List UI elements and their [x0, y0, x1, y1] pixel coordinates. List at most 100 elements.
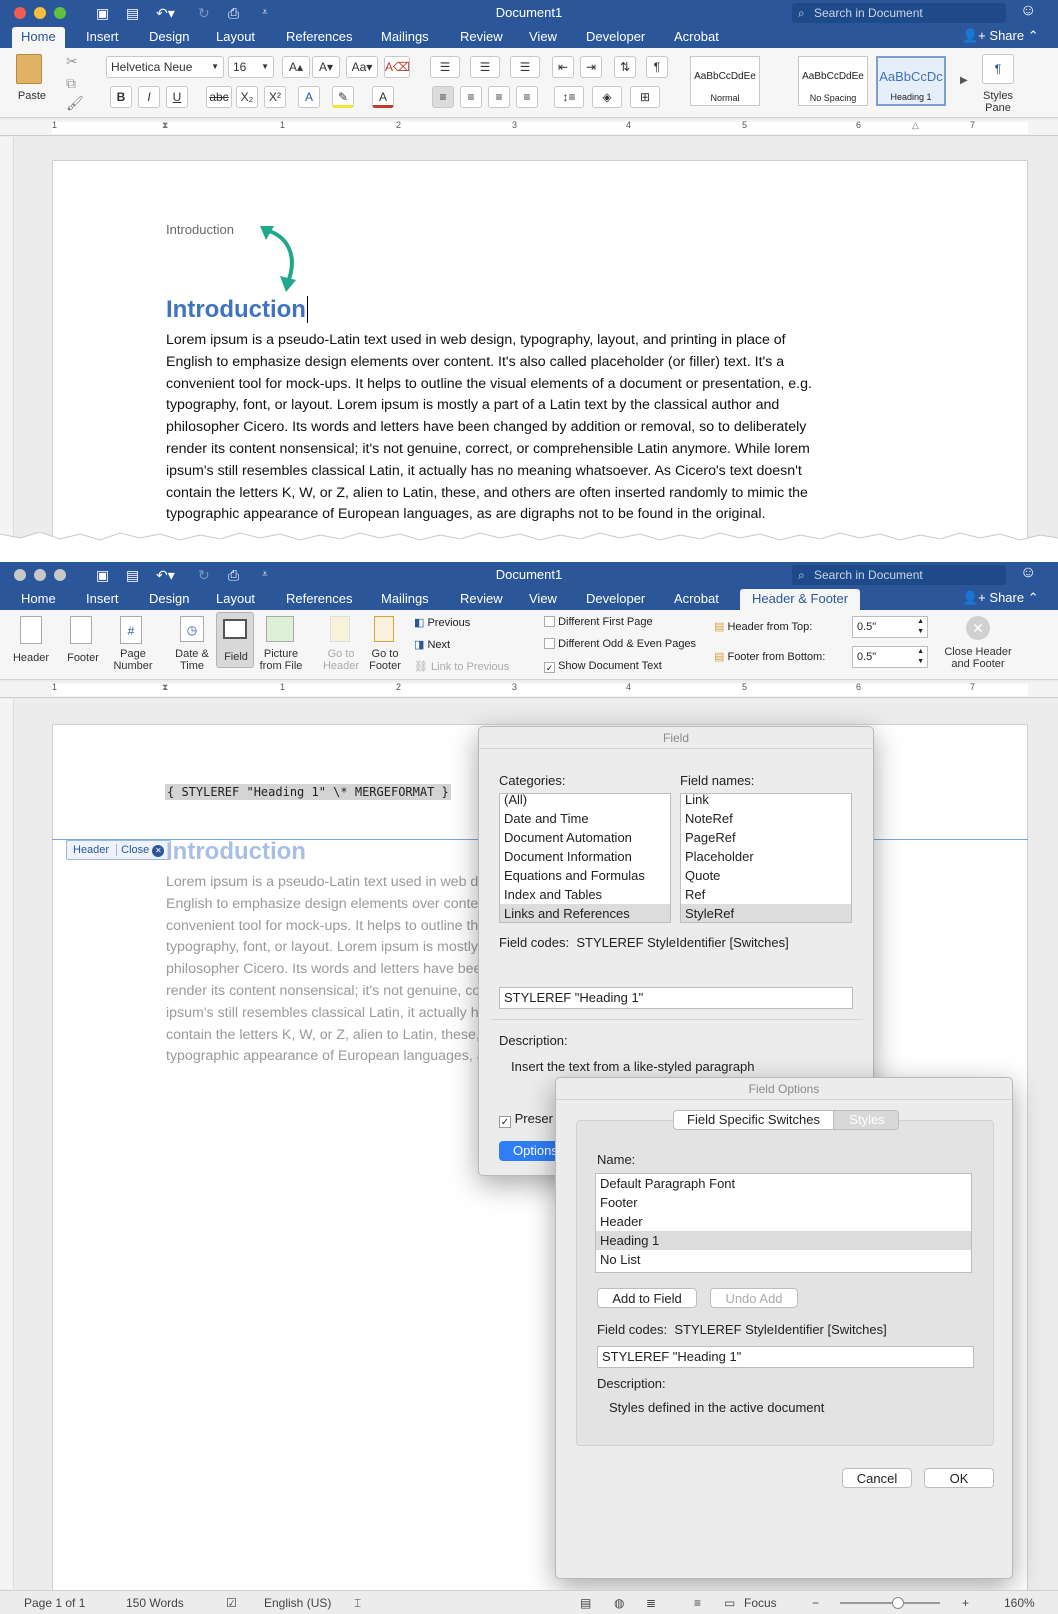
search-document-input[interactable]: ⌕ Search in Document	[792, 565, 1006, 585]
indent-marker-icon[interactable]: ⧗	[162, 682, 168, 693]
styles-pane-icon[interactable]: ¶	[982, 54, 1014, 84]
strikethrough-button[interactable]: abc	[206, 86, 232, 108]
share-button[interactable]: 👤+ Share ⌃	[962, 590, 1039, 606]
focus-icon[interactable]: ▭	[724, 1596, 735, 1610]
options-field-code-input[interactable]: STYLEREF "Heading 1"	[597, 1346, 974, 1368]
align-left-icon[interactable]: ≡	[432, 86, 454, 108]
show-document-text-checkbox[interactable]: ✓ Show Document Text	[544, 660, 662, 673]
list-item[interactable]: No List	[596, 1250, 971, 1269]
list-item[interactable]: PageRef	[681, 828, 851, 847]
decrease-indent-icon[interactable]: ⇤	[552, 56, 574, 78]
list-item[interactable]: Document Information	[500, 847, 670, 866]
zoom-in-icon[interactable]: +	[962, 1596, 969, 1610]
highlight-icon[interactable]: ✎	[332, 86, 354, 108]
field-button[interactable]: Field	[216, 612, 254, 668]
list-item[interactable]: Ref	[681, 885, 851, 904]
font-size-select[interactable]: 16 ▼	[228, 56, 274, 78]
cut-icon[interactable]: ✂	[66, 52, 78, 70]
list-item[interactable]: NoteRef	[681, 809, 851, 828]
show-formatting-icon[interactable]: ¶	[646, 56, 668, 78]
shrink-font-icon[interactable]: A▾	[312, 56, 340, 78]
bullets-icon[interactable]: ☰	[430, 56, 460, 78]
track-changes-icon[interactable]: ⌶	[354, 1596, 361, 1611]
increase-indent-icon[interactable]: ⇥	[580, 56, 602, 78]
header-close-link[interactable]: Close	[121, 844, 149, 856]
list-item[interactable]: Document Automation	[500, 828, 670, 847]
picture-icon[interactable]	[266, 616, 294, 642]
indent-marker-icon[interactable]: ⧗	[162, 120, 168, 131]
previous-button[interactable]: ◧ Previous	[414, 616, 470, 629]
list-item[interactable]: Index and Tables	[500, 885, 670, 904]
tab-acrobat[interactable]: Acrobat	[665, 589, 728, 610]
tab-references[interactable]: References	[277, 589, 361, 610]
list-item[interactable]: Default Paragraph Font	[596, 1174, 971, 1193]
tab-design[interactable]: Design	[140, 27, 198, 48]
field-code-input[interactable]: STYLEREF "Heading 1"	[499, 987, 853, 1009]
tab-review[interactable]: Review	[451, 589, 512, 610]
zoom-slider-thumb[interactable]	[892, 1597, 904, 1609]
list-item-selected[interactable]: Heading 1	[596, 1231, 971, 1250]
borders-icon[interactable]: ⊞	[630, 86, 660, 108]
page-count[interactable]: Page 1 of 1	[24, 1596, 85, 1610]
styleref-field-code[interactable]: { STYLEREF "Heading 1" \* MERGEFORMAT }	[165, 784, 451, 800]
print-layout-icon[interactable]: ▤	[580, 1596, 591, 1610]
collapse-ribbon-icon[interactable]: ⌃	[1028, 590, 1039, 605]
tab-layout[interactable]: Layout	[207, 589, 264, 610]
tab-styles[interactable]: Styles	[834, 1111, 898, 1129]
change-case-icon[interactable]: Aa▾	[346, 56, 378, 78]
page-number-button-label[interactable]: Page Number	[110, 648, 156, 672]
categories-list[interactable]: (All) Date and Time Document Automation …	[499, 793, 671, 923]
collapse-ribbon-icon[interactable]: ⌃	[1028, 28, 1039, 43]
copy-icon[interactable]: ⧉	[66, 74, 76, 92]
right-indent-marker-icon[interactable]: △	[912, 120, 919, 131]
list-item[interactable]: Link	[681, 794, 851, 809]
italic-button[interactable]: I	[138, 86, 160, 108]
zoom-level[interactable]: 160%	[1004, 1596, 1035, 1610]
horizontal-ruler[interactable]: 1 1 2 3 4 5 6 7 ⧗	[0, 682, 1058, 698]
field-names-list[interactable]: Link NoteRef PageRef Placeholder Quote R…	[680, 793, 852, 923]
vertical-ruler[interactable]	[0, 699, 14, 1589]
goto-footer-icon[interactable]	[374, 616, 394, 642]
align-right-icon[interactable]: ≡	[488, 86, 510, 108]
close-header-footer-icon[interactable]: ✕	[966, 616, 990, 640]
document-heading[interactable]: Introduction	[166, 296, 308, 324]
list-item[interactable]: Footer	[596, 1193, 971, 1212]
zoom-out-icon[interactable]: −	[812, 1596, 819, 1610]
list-item[interactable]: Placeholder	[681, 847, 851, 866]
shading-icon[interactable]: ◈	[592, 86, 622, 108]
header-icon[interactable]	[20, 616, 42, 644]
font-color-icon[interactable]: A	[372, 86, 394, 108]
search-document-input[interactable]: ⌕ Search in Document	[792, 3, 1006, 23]
share-button[interactable]: 👤+ Share ⌃	[962, 28, 1039, 44]
format-painter-icon[interactable]: 🖌	[66, 94, 84, 112]
cancel-button[interactable]: Cancel	[842, 1468, 912, 1488]
numbering-icon[interactable]: ☰	[470, 56, 500, 78]
tab-layout[interactable]: Layout	[207, 27, 264, 48]
horizontal-ruler[interactable]: 1 1 2 3 4 5 6 7 ⧗ △	[0, 120, 1058, 136]
clear-formatting-icon[interactable]: A⌫	[384, 56, 410, 78]
different-odd-even-checkbox[interactable]: Different Odd & Even Pages	[544, 638, 696, 650]
goto-header-icon[interactable]	[330, 616, 350, 642]
footer-icon[interactable]	[70, 616, 92, 644]
list-item-selected[interactable]: StyleRef	[681, 904, 851, 922]
language[interactable]: English (US)	[264, 1596, 331, 1610]
text-effects-icon[interactable]: A	[298, 86, 320, 108]
stepper-icon[interactable]: ▲ ▼	[917, 617, 924, 637]
header-from-top-input[interactable]: 0.5" ▲ ▼	[852, 616, 928, 638]
multilevel-list-icon[interactable]: ☰	[510, 56, 540, 78]
word-count[interactable]: 150 Words	[126, 1596, 184, 1610]
goto-footer-label[interactable]: Go to Footer	[364, 648, 406, 672]
footer-button-label[interactable]: Footer	[58, 652, 108, 664]
tab-acrobat[interactable]: Acrobat	[665, 27, 728, 48]
style-normal[interactable]: AaBbCcDdEe Normal	[690, 56, 760, 106]
tab-mailings[interactable]: Mailings	[372, 589, 438, 610]
footer-from-bottom-input[interactable]: 0.5" ▲ ▼	[852, 646, 928, 668]
tab-design[interactable]: Design	[140, 589, 198, 610]
tab-insert[interactable]: Insert	[77, 589, 128, 610]
focus-mode-button[interactable]: Focus	[744, 1596, 777, 1610]
feedback-smiley-icon[interactable]: ☺	[1020, 2, 1036, 20]
stepper-icon[interactable]: ▲ ▼	[917, 647, 924, 667]
draft-view-icon[interactable]: ≡	[694, 1596, 701, 1610]
tab-home[interactable]: Home	[12, 27, 65, 48]
list-item[interactable]: Date and Time	[500, 809, 670, 828]
